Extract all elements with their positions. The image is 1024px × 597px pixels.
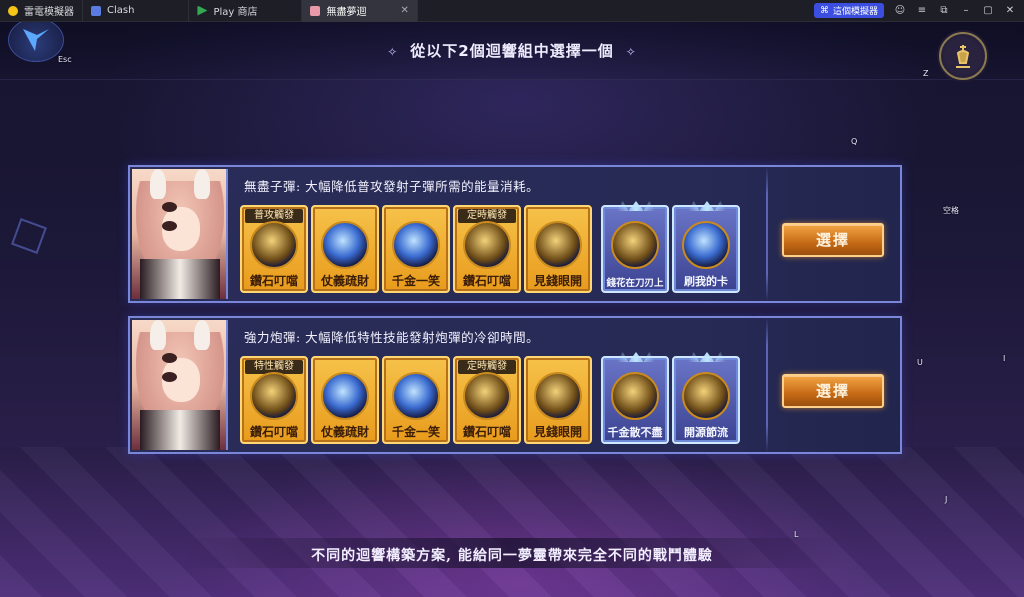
- crown-decoration: [617, 352, 655, 362]
- crown-decoration: [688, 352, 726, 362]
- card-label: 仗義疏財: [320, 425, 369, 439]
- card-swipe-icon: [682, 221, 730, 269]
- character-portrait: [132, 169, 228, 299]
- diamond-bell-icon: [250, 372, 298, 420]
- echo-option-2[interactable]: 強力炮彈: 大幅降低特性技能發射炮彈的冷卻時間。 特性觸發 鑽石叮噹 仗義疏財 …: [128, 316, 902, 454]
- echo-card[interactable]: 定時觸發 鑽石叮噹: [453, 205, 521, 293]
- minimize-icon[interactable]: –: [960, 5, 972, 16]
- echo-card[interactable]: 見錢眼開: [524, 356, 592, 444]
- card-label: 仗義疏財: [320, 274, 369, 288]
- tab-label: 無盡夢迴: [326, 7, 367, 18]
- crystal-icon: [392, 221, 440, 269]
- chess-king-icon: [956, 45, 970, 68]
- promo-button[interactable]: ⌘ 這個模擬器: [813, 3, 884, 18]
- card-label: 千金一笑: [391, 274, 440, 288]
- echo-option-1[interactable]: 無盡子彈: 大幅降低普攻發射子彈所需的能量消耗。 普攻觸發 鑽石叮噹 仗義疏財 …: [128, 165, 902, 303]
- treasure-chest-icon: [611, 372, 659, 420]
- echo-card[interactable]: 見錢眼開: [524, 205, 592, 293]
- tab-play-store[interactable]: Play 商店: [189, 0, 303, 22]
- echo-card[interactable]: 普攻觸發 鑽石叮噹: [240, 205, 308, 293]
- select-button[interactable]: 選擇: [782, 223, 884, 257]
- echo-card-rare[interactable]: 千金散不盡: [601, 352, 669, 444]
- play-store-icon: [197, 5, 208, 16]
- key-hint-u: U: [917, 358, 923, 367]
- divider: [766, 318, 768, 452]
- card-label: 見錢眼開: [533, 274, 582, 288]
- diamond-bell-icon: [463, 372, 511, 420]
- echo-card[interactable]: 千金一笑: [382, 356, 450, 444]
- close-window-icon[interactable]: ✕: [1004, 5, 1016, 16]
- tab-clash[interactable]: Clash: [83, 0, 190, 22]
- diamond-bell-icon: [463, 221, 511, 269]
- echo-card-rare[interactable]: 錢花在刀刃上: [601, 201, 669, 293]
- card-label: 開源節流: [684, 426, 728, 439]
- tab-ldplayer[interactable]: 雷電模擬器: [0, 0, 83, 22]
- divider: [766, 167, 768, 301]
- floor-background: [0, 447, 1024, 597]
- select-button[interactable]: 選擇: [782, 374, 884, 408]
- diamond-icon: ✧: [625, 45, 637, 59]
- key-hint-i: I: [1003, 354, 1006, 363]
- echo-card[interactable]: 特性觸發 鑽石叮噹: [240, 356, 308, 444]
- diamond-icon: ✧: [387, 45, 399, 59]
- title-text: 從以下2個迴響組中選擇一個: [410, 42, 614, 60]
- fullscreen-icon[interactable]: ⧉: [938, 5, 950, 16]
- money-stack-icon: [682, 372, 730, 420]
- crystal-icon: [392, 372, 440, 420]
- clash-icon: [91, 5, 101, 16]
- menu-icon[interactable]: ≡: [916, 5, 928, 16]
- crystal-icon: [321, 372, 369, 420]
- game-icon: [310, 5, 321, 16]
- ldplayer-icon: [8, 5, 18, 16]
- account-icon[interactable]: ☺: [894, 5, 906, 16]
- emulator-titlebar: 雷電模擬器 Clash Play 商店 無盡夢迴 ✕ ⌘ 這個模擬器 ☺ ≡ ⧉…: [0, 0, 1024, 22]
- card-label: 見錢眼開: [533, 425, 582, 439]
- card-label: 鑽石叮噹: [462, 425, 511, 439]
- maximize-icon[interactable]: ▢: [982, 5, 994, 16]
- crown-decoration: [617, 201, 655, 211]
- bottom-caption: 不同的迴響構築方案, 能給同一夢靈帶來完全不同的戰鬥體驗: [311, 548, 713, 564]
- character-portrait: [132, 320, 228, 450]
- echo-card-rare[interactable]: 開源節流: [672, 352, 740, 444]
- tab-label: Clash: [107, 5, 135, 16]
- key-hint-space: 空格: [943, 206, 959, 215]
- card-label: 鑽石叮噹: [462, 274, 511, 288]
- echo-card-list: 普攻觸發 鑽石叮噹 仗義疏財 千金一笑 定時觸發 鑽石叮噹 見錢眼開 錢花在刀刃…: [240, 201, 740, 293]
- echo-card[interactable]: 仗義疏財: [311, 205, 379, 293]
- card-label: 刷我的卡: [684, 275, 728, 288]
- page-title: ✧ 從以下2個迴響組中選擇一個 ✧: [0, 40, 1024, 61]
- option-title: 強力炮彈: 大幅降低特性技能發射炮彈的冷卻時間。: [244, 330, 540, 345]
- card-label: 千金散不盡: [607, 426, 663, 439]
- tab-label: 雷電模擬器: [24, 7, 74, 18]
- game-screen: Esc ✧從以下2個迴響組中選擇一個✧ Z Q E 空格 R 1 2 3 F U…: [0, 22, 1024, 597]
- echo-card[interactable]: 千金一笑: [382, 205, 450, 293]
- card-label: 鑽石叮噹: [249, 274, 298, 288]
- gamepad-icon: ⌘: [819, 5, 829, 16]
- decor-shape: [11, 218, 47, 254]
- tab-game[interactable]: 無盡夢迴 ✕: [302, 0, 418, 22]
- diamond-bell-icon: [534, 372, 582, 420]
- tab-label: Play 商店: [213, 7, 258, 18]
- echo-card[interactable]: 仗義疏財: [311, 356, 379, 444]
- option-title: 無盡子彈: 大幅降低普攻發射子彈所需的能量消耗。: [244, 179, 540, 194]
- crystal-icon: [321, 221, 369, 269]
- card-label: 錢花在刀刃上: [606, 278, 664, 289]
- key-hint-q: Q: [851, 137, 858, 146]
- echo-card-rare[interactable]: 刷我的卡: [672, 201, 740, 293]
- card-label: 千金一笑: [391, 425, 440, 439]
- promo-button-label: 這個模擬器: [832, 7, 878, 17]
- diamond-bell-icon: [534, 221, 582, 269]
- echo-card-list: 特性觸發 鑽石叮噹 仗義疏財 千金一笑 定時觸發 鑽石叮噹 見錢眼開 千金散不盡…: [240, 352, 740, 444]
- diamond-bell-icon: [250, 221, 298, 269]
- echo-card[interactable]: 定時觸發 鑽石叮噹: [453, 356, 521, 444]
- close-tab-icon[interactable]: ✕: [400, 5, 408, 16]
- crown-decoration: [688, 201, 726, 211]
- key-hint-z: Z: [923, 69, 929, 78]
- chess-piece-button[interactable]: [939, 32, 987, 80]
- card-label: 鑽石叮噹: [249, 425, 298, 439]
- diamond-bell-icon: [611, 221, 659, 269]
- key-hint-j: J: [945, 495, 948, 504]
